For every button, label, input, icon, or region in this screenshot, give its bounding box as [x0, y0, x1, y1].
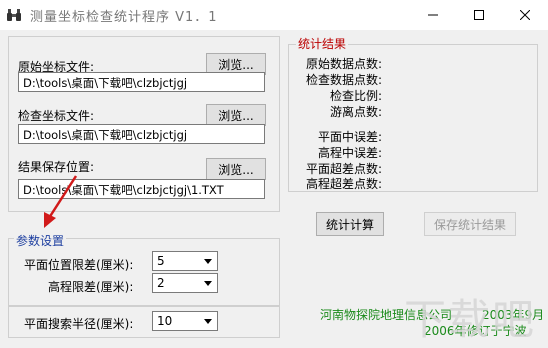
browse-check-button[interactable]: 浏览... [206, 104, 266, 126]
plane-tolerance-value: 5 [157, 254, 165, 268]
title-bar: 测量坐标检查统计程序 V1．1 [0, 0, 548, 30]
maximize-button[interactable] [456, 0, 502, 30]
height-tolerance-value: 2 [157, 276, 165, 290]
stat-free-points-label: 游离点数: [330, 105, 383, 119]
search-radius-value: 10 [157, 314, 173, 328]
plane-tolerance-label: 平面位置限差(厘米): [24, 258, 134, 272]
stat-source-count-label: 原始数据点数: [306, 57, 383, 71]
window-title: 测量坐标检查统计程序 V1．1 [30, 10, 218, 25]
plane-tolerance-select[interactable]: 5 [152, 251, 218, 271]
watermark: 下载吧 [404, 295, 537, 344]
annotation-arrow-icon [44, 175, 78, 228]
binoculars-icon [6, 7, 22, 23]
stat-check-ratio-label: 检查比例: [330, 89, 383, 103]
stat-height-rmse-label: 高程中误差: [318, 146, 383, 160]
stat-plane-rmse-label: 平面中误差: [318, 130, 383, 144]
chevron-down-icon[interactable] [199, 274, 217, 292]
height-tolerance-label: 高程限差(厘米): [48, 280, 134, 294]
close-icon [520, 10, 530, 20]
chevron-down-icon[interactable] [199, 252, 217, 270]
chevron-down-icon[interactable] [199, 312, 217, 330]
minimize-button[interactable] [410, 0, 456, 30]
height-tolerance-select[interactable]: 2 [152, 273, 218, 293]
stat-check-count-label: 检查数据点数: [306, 73, 383, 87]
search-radius-select[interactable]: 10 [152, 311, 218, 331]
check-file-label: 检查坐标文件: [18, 109, 95, 123]
browse-result-button[interactable]: 浏览... [206, 158, 266, 180]
stats-group-title: 统计结果 [296, 35, 349, 52]
params-group-title: 参数设置 [14, 232, 67, 249]
check-file-input[interactable]: D:\tools\桌面\下载吧\clzbjctjgj [18, 124, 265, 144]
source-file-input[interactable]: D:\tools\桌面\下载吧\clzbjctjgj [18, 72, 265, 92]
maximize-icon [474, 10, 484, 20]
close-button[interactable] [502, 0, 548, 30]
search-radius-label: 平面搜索半径(厘米): [24, 317, 134, 331]
save-results-button[interactable]: 保存统计结果 [424, 212, 516, 236]
minimize-icon [428, 14, 438, 16]
compute-button[interactable]: 统计计算 [316, 212, 384, 236]
stat-height-exceed-label: 高程超差点数: [306, 177, 383, 191]
